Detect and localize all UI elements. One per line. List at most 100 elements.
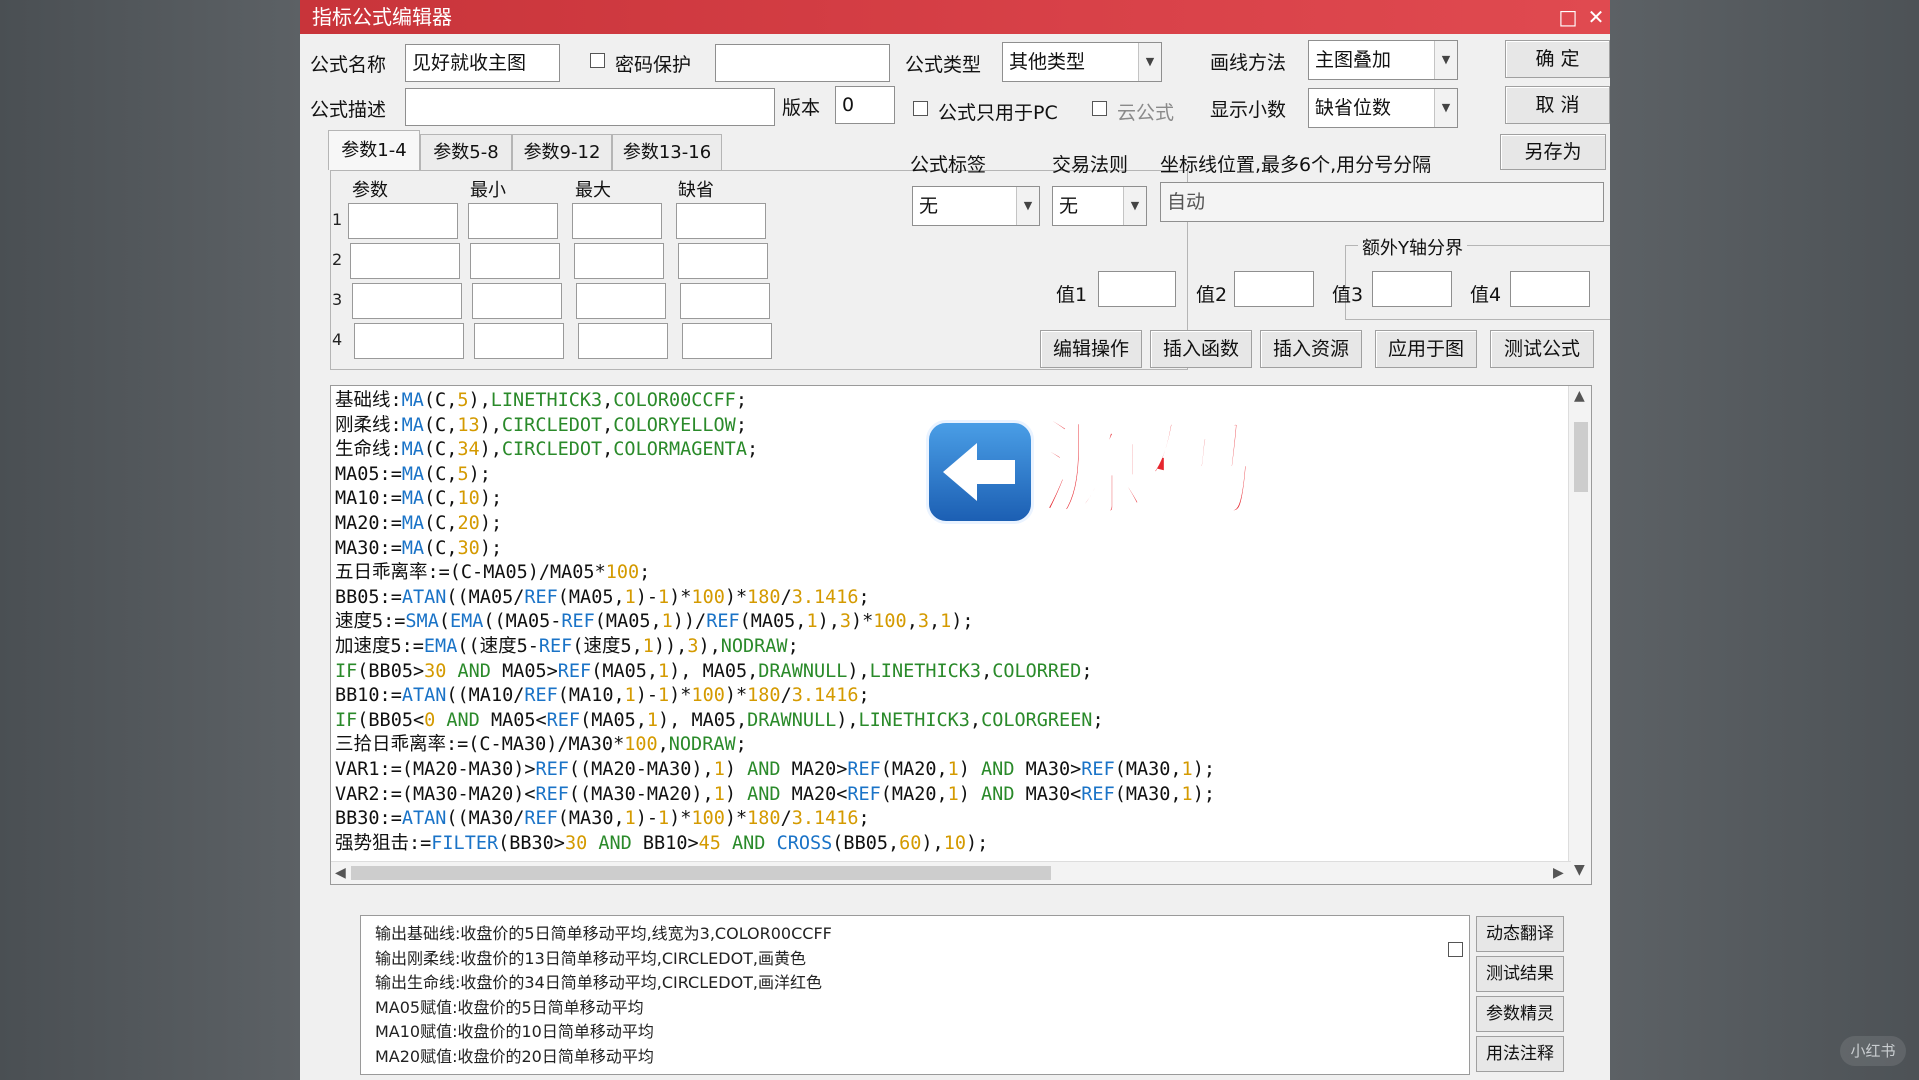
insert-resource-button[interactable]: 插入资源 <box>1260 330 1362 368</box>
arrow-left-icon <box>943 443 1015 501</box>
chevron-left-icon[interactable]: ◀ <box>335 865 346 881</box>
output-checkbox[interactable] <box>1448 942 1463 957</box>
code-line: 生命线:MA(C,34),CIRCLEDOT,COLORMAGENTA; <box>335 439 759 461</box>
code-line: VAR1:=(MA20-MA30)>REF((MA20-MA30),1) AND… <box>335 759 1215 780</box>
chevron-up-icon[interactable]: ▲ <box>1574 388 1585 404</box>
ok-button[interactable]: 确 定 <box>1505 40 1610 78</box>
background-right <box>1610 0 1919 1080</box>
output-line: 输出生命线:收盘价的34日简单移动平均,CIRCLEDOT,画洋红色 <box>375 973 823 992</box>
coord-line-label: 坐标线位置,最多6个,用分号分隔 <box>1160 154 1432 176</box>
formula-type-select[interactable]: 其他类型 ▼ <box>1002 42 1162 82</box>
trade-rule-label: 交易法则 <box>1052 154 1129 176</box>
formula-tag-value: 无 <box>919 195 939 217</box>
edit-ops-button[interactable]: 编辑操作 <box>1040 330 1142 368</box>
code-line: 加速度5:=EMA((速度5-REF(速度5,1)),3),NODRAW; <box>335 636 799 657</box>
row-number: 2 <box>332 250 343 269</box>
coord-line-input[interactable]: 自动 <box>1160 182 1604 222</box>
formula-name-input[interactable]: 见好就收主图 <box>405 44 560 82</box>
code-line: IF(BB05>30 AND MA05>REF(MA05,1), MA05,DR… <box>335 660 1093 682</box>
value3-input[interactable] <box>1372 271 1452 307</box>
extra-yaxis-label: 额外Y轴分界 <box>1358 234 1467 260</box>
param-default-cell[interactable] <box>678 243 768 279</box>
maximize-icon[interactable]: □ <box>1554 3 1582 31</box>
value1-input[interactable] <box>1098 271 1176 307</box>
chevron-down-icon[interactable]: ▼ <box>1434 89 1457 127</box>
chevron-down-icon[interactable]: ▼ <box>1016 187 1039 225</box>
value2-input[interactable] <box>1234 271 1314 307</box>
param-max-cell[interactable] <box>578 323 668 359</box>
param-min-cell[interactable] <box>470 243 560 279</box>
row-number: 3 <box>332 290 343 309</box>
vertical-scrollbar[interactable]: ▲ ▼ <box>1568 386 1591 884</box>
cancel-button[interactable]: 取 消 <box>1505 86 1610 124</box>
param-default-cell[interactable] <box>676 203 766 239</box>
code-line: BB05:=ATAN((MA05/REF(MA05,1)-1)*100)*180… <box>335 586 870 608</box>
decimal-select[interactable]: 缺省位数 ▼ <box>1308 88 1458 128</box>
param-default-cell[interactable] <box>682 323 772 359</box>
pc-only-checkbox[interactable] <box>913 101 928 116</box>
tab-params-9-12[interactable]: 参数9-12 <box>512 134 612 170</box>
tab-params-1-4[interactable]: 参数1-4 <box>328 130 420 170</box>
param-min-cell[interactable] <box>468 203 558 239</box>
value2-label: 值2 <box>1196 284 1228 306</box>
value3-label: 值3 <box>1332 284 1364 306</box>
tab-params-13-16[interactable]: 参数13-16 <box>612 134 722 170</box>
param-min-cell[interactable] <box>472 283 562 319</box>
dynamic-translate-button[interactable]: 动态翻译 <box>1476 916 1564 952</box>
formula-type-value: 其他类型 <box>1009 51 1086 73</box>
chevron-down-icon[interactable]: ▼ <box>1434 41 1457 79</box>
draw-method-value: 主图叠加 <box>1315 49 1392 71</box>
close-icon[interactable]: ✕ <box>1582 3 1610 31</box>
trade-rule-value: 无 <box>1059 195 1079 217</box>
code-line: MA10:=MA(C,10); <box>335 488 503 510</box>
chevron-down-icon[interactable]: ▼ <box>1138 43 1161 81</box>
output-line: MA10赋值:收盘价的10日简单移动平均 <box>375 1022 654 1041</box>
title-bar: 指标公式编辑器 □ ✕ <box>300 0 1610 34</box>
scroll-thumb[interactable] <box>351 866 1051 880</box>
horizontal-scrollbar[interactable]: ◀ ▶ <box>331 861 1571 884</box>
param-name-cell[interactable] <box>354 323 464 359</box>
output-line: 输出刚柔线:收盘价的13日简单移动平均,CIRCLEDOT,画黄色 <box>375 948 807 968</box>
draw-method-select[interactable]: 主图叠加 ▼ <box>1308 40 1458 80</box>
password-input[interactable] <box>715 44 890 82</box>
apply-to-chart-button[interactable]: 应用于图 <box>1375 330 1477 368</box>
param-default-cell[interactable] <box>680 283 770 319</box>
cloud-formula-checkbox[interactable] <box>1092 101 1107 116</box>
formula-desc-input[interactable] <box>405 88 775 126</box>
scroll-thumb[interactable] <box>1574 422 1588 492</box>
usage-notes-button[interactable]: 用法注释 <box>1476 1036 1564 1072</box>
code-line: MA30:=MA(C,30); <box>335 537 503 559</box>
save-as-button[interactable]: 另存为 <box>1500 134 1606 170</box>
param-max-cell[interactable] <box>576 283 666 319</box>
chevron-down-icon[interactable]: ▼ <box>1123 187 1146 225</box>
version-input[interactable]: 0 <box>835 86 895 124</box>
translation-output: 输出基础线:收盘价的5日简单移动平均,线宽为3,COLOR00CCFF 输出刚柔线… <box>360 915 1470 1075</box>
code-line: 五日乖离率:=(C-MA05)/MA05*100; <box>335 562 651 584</box>
value4-input[interactable] <box>1510 271 1590 307</box>
formula-tag-select[interactable]: 无 ▼ <box>912 186 1040 226</box>
chevron-down-icon[interactable]: ▼ <box>1574 862 1585 878</box>
chevron-right-icon[interactable]: ▶ <box>1553 865 1564 881</box>
password-checkbox[interactable] <box>590 53 605 68</box>
code-line: 刚柔线:MA(C,13),CIRCLEDOT,COLORYELLOW; <box>335 414 747 436</box>
version-label: 版本 <box>782 97 821 119</box>
param-min-cell[interactable] <box>474 323 564 359</box>
default-col-header: 缺省 <box>678 180 714 201</box>
overlay-title: 源码 <box>1036 405 1259 534</box>
param-name-cell[interactable] <box>352 283 462 319</box>
param-name-cell[interactable] <box>348 203 458 239</box>
param-wizard-button[interactable]: 参数精灵 <box>1476 996 1564 1032</box>
output-line: MA20赋值:收盘价的20日简单移动平均 <box>375 1046 654 1066</box>
tab-params-5-8[interactable]: 参数5-8 <box>420 134 512 170</box>
min-col-header: 最小 <box>470 180 506 201</box>
row-number: 1 <box>332 210 343 229</box>
trade-rule-select[interactable]: 无 ▼ <box>1052 186 1147 226</box>
test-formula-button[interactable]: 测试公式 <box>1490 330 1594 368</box>
insert-function-button[interactable]: 插入函数 <box>1150 330 1252 368</box>
test-result-button[interactable]: 测试结果 <box>1476 956 1564 992</box>
param-max-cell[interactable] <box>572 203 662 239</box>
param-max-cell[interactable] <box>574 243 664 279</box>
param-name-cell[interactable] <box>350 243 460 279</box>
code-line: BB30:=ATAN((MA30/REF(MA30,1)-1)*100)*180… <box>335 808 870 830</box>
output-line: 输出基础线:收盘价的5日简单移动平均,线宽为3,COLOR00CCFF <box>375 924 832 943</box>
